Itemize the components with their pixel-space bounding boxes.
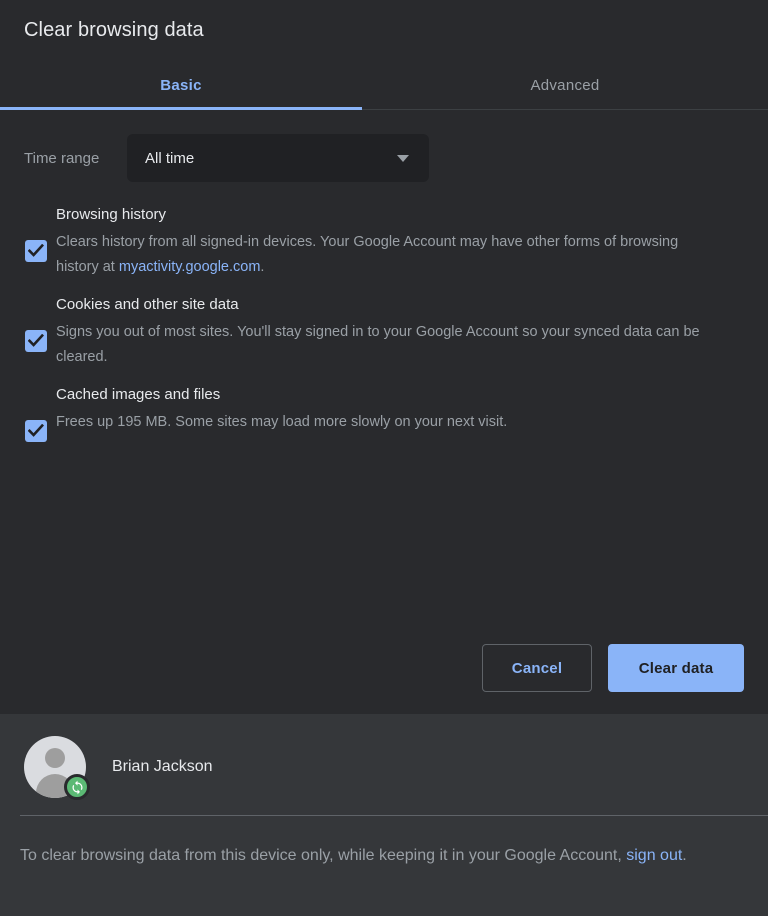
cancel-button[interactable]: Cancel [482, 644, 592, 692]
profile-row[interactable]: Brian Jackson [0, 736, 213, 798]
checkbox-cell [0, 294, 56, 370]
avatar-head-shape [45, 748, 65, 768]
sign-out-link[interactable]: sign out [626, 847, 682, 864]
footer-note-tail: . [682, 847, 686, 864]
checkbox-checked-icon[interactable] [25, 420, 47, 442]
option-text: Cookies and other site data Signs you ou… [56, 294, 744, 370]
page-title: Clear browsing data [24, 16, 204, 44]
avatar[interactable] [24, 736, 86, 798]
option-text: Browsing history Clears history from all… [56, 204, 744, 280]
option-description: Clears history from all signed-in device… [56, 230, 721, 280]
sync-icon [64, 774, 90, 800]
option-description: Frees up 195 MB. Some sites may load mor… [56, 410, 721, 435]
option-cached-images-files[interactable]: Cached images and files Frees up 195 MB.… [0, 384, 768, 435]
tab-bar: Basic Advanced [0, 62, 768, 110]
tab-basic[interactable]: Basic [0, 62, 362, 108]
tab-active-indicator [0, 107, 362, 110]
option-cookies-site-data[interactable]: Cookies and other site data Signs you ou… [0, 294, 768, 370]
divider [20, 815, 768, 816]
chevron-down-icon [397, 155, 409, 162]
option-description: Signs you out of most sites. You'll stay… [56, 320, 721, 370]
checkbox-checked-icon[interactable] [25, 240, 47, 262]
dialog-actions: Cancel Clear data [482, 644, 744, 692]
options-list: Browsing history Clears history from all… [0, 204, 768, 449]
time-range-row: Time range All time [0, 134, 768, 182]
tab-advanced[interactable]: Advanced [362, 62, 768, 108]
myactivity-link[interactable]: myactivity.google.com [119, 259, 261, 275]
checkbox-checked-icon[interactable] [25, 330, 47, 352]
option-title: Cached images and files [56, 384, 734, 406]
option-description-tail: . [260, 259, 264, 275]
account-footer: Brian Jackson To clear browsing data fro… [0, 714, 768, 916]
clear-data-button[interactable]: Clear data [608, 644, 744, 692]
option-title: Cookies and other site data [56, 294, 734, 316]
footer-note: To clear browsing data from this device … [20, 839, 710, 873]
footer-note-text: To clear browsing data from this device … [20, 847, 626, 864]
profile-name: Brian Jackson [112, 758, 213, 776]
checkbox-cell [0, 204, 56, 280]
time-range-label: Time range [24, 150, 127, 167]
time-range-select[interactable]: All time [127, 134, 429, 182]
option-title: Browsing history [56, 204, 734, 226]
clear-browsing-data-dialog: Clear browsing data Basic Advanced Time … [0, 0, 768, 714]
option-browsing-history[interactable]: Browsing history Clears history from all… [0, 204, 768, 280]
option-text: Cached images and files Frees up 195 MB.… [56, 384, 744, 435]
checkbox-cell [0, 384, 56, 435]
time-range-value: All time [145, 150, 194, 167]
